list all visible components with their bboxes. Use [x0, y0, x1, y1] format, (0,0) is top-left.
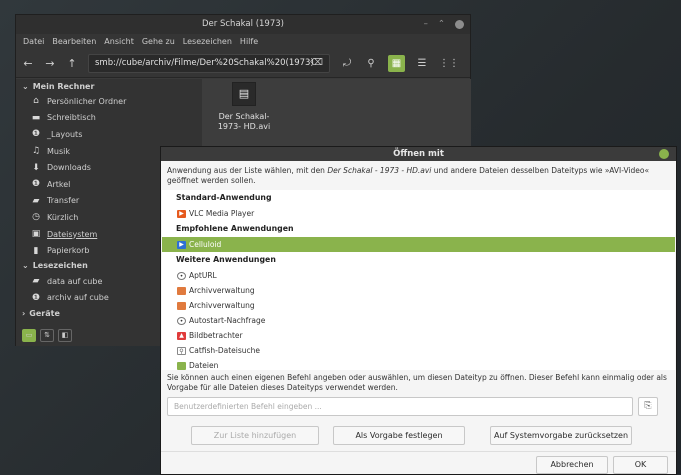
menu-ansicht[interactable]: Ansicht: [104, 37, 134, 46]
menu-datei[interactable]: Datei: [23, 37, 44, 46]
archive-icon: [177, 301, 186, 310]
trash-icon: ▮: [33, 245, 39, 256]
search-icon[interactable]: ⚲: [364, 58, 378, 69]
toggle-location-icon[interactable]: ⤾: [340, 58, 354, 69]
dialog-separator: [161, 451, 676, 452]
app-row-apturl[interactable]: • AptURL: [162, 268, 675, 283]
expand-icon: ⌄: [22, 81, 29, 91]
sidebar-item-home[interactable]: ⌂ Persönlicher Ordner: [16, 93, 202, 110]
celluloid-icon: ▶: [177, 240, 186, 249]
files-icon: [177, 361, 186, 370]
folder-icon: ❶: [31, 179, 41, 190]
fm-title: Der Schakal (1973): [202, 19, 284, 29]
archive-icon: [177, 286, 186, 295]
tree-toggle-icon[interactable]: ⇅: [40, 329, 54, 342]
back-icon[interactable]: ←: [22, 57, 34, 70]
group-default: Standard-Anwendung: [176, 193, 272, 202]
fm-toolbar: ← → ↑ smb://cube/archiv/Filme/Der%20Scha…: [16, 49, 470, 78]
dialog-title: Öffnen mit: [393, 149, 444, 159]
icon-view-icon[interactable]: ▦: [388, 54, 405, 72]
browse-icon: ⎘: [644, 401, 652, 411]
app-row-catfish[interactable]: ⚲ Catfish-Dateisuche: [162, 343, 675, 358]
apturl-icon: •: [177, 271, 186, 280]
file-name: Der Schakal-1973- HD.avi: [217, 112, 271, 131]
network-folder-icon: ▰: [32, 276, 40, 287]
sidebar-toggle-icon[interactable]: ◧: [58, 329, 72, 342]
app-row-files[interactable]: Dateien: [162, 358, 675, 370]
app-row-vlc[interactable]: ▶ VLC Media Player: [162, 206, 675, 221]
folder-icon: ▰: [32, 195, 40, 206]
download-icon: ⬇: [32, 162, 40, 173]
location-text: smb://cube/archiv/Filme/Der%20Schakal%20…: [95, 58, 314, 68]
image-viewer-icon: ▲: [177, 331, 186, 340]
minimize-icon[interactable]: –: [424, 15, 428, 34]
collapse-icon: ›: [22, 308, 26, 318]
app-row-autostart[interactable]: • Autostart-Nachfrage: [162, 313, 675, 328]
clock-icon: ◷: [32, 212, 40, 223]
open-with-dialog: Öffnen mit Anwendung aus der Liste wähle…: [160, 146, 677, 475]
close-icon[interactable]: [455, 20, 464, 29]
menu-gehe-zu[interactable]: Gehe zu: [142, 37, 175, 46]
home-icon: ⌂: [33, 96, 39, 107]
menu-hilfe[interactable]: Hilfe: [240, 37, 258, 46]
video-file-icon: ▤: [232, 82, 256, 106]
autostart-icon: •: [177, 316, 186, 325]
set-default-button[interactable]: Als Vorgabe festlegen: [333, 426, 465, 445]
sidebar-item-desktop[interactable]: ▬ Schreibtisch: [16, 110, 202, 127]
up-icon[interactable]: ↑: [66, 57, 78, 70]
sidebar-section-computer[interactable]: ⌄ Mein Rechner: [16, 79, 202, 93]
list-view-icon[interactable]: ☰: [415, 58, 429, 69]
reset-default-button[interactable]: Auf Systemvorgabe zurücksetzen: [490, 426, 632, 445]
menu-lesezeichen[interactable]: Lesezeichen: [183, 37, 232, 46]
add-to-list-button[interactable]: Zur Liste hinzufügen: [191, 426, 319, 445]
expand-icon: ⌄: [22, 261, 29, 271]
fm-menubar: Datei Bearbeiten Ansicht Gehe zu Lesezei…: [16, 34, 470, 49]
forward-icon[interactable]: →: [44, 57, 56, 70]
maximize-icon[interactable]: ⌃: [438, 15, 445, 34]
group-recommended: Empfohlene Anwendungen: [176, 224, 294, 233]
desktop-icon: ▬: [31, 112, 41, 123]
file-item[interactable]: ▤ Der Schakal-1973- HD.avi: [216, 82, 272, 132]
ok-button[interactable]: OK: [613, 456, 668, 474]
app-row-archive-1[interactable]: Archivverwaltung: [162, 283, 675, 298]
dialog-close-icon[interactable]: [659, 149, 669, 159]
application-list[interactable]: Standard-Anwendung ▶ VLC Media Player Emp…: [162, 190, 675, 370]
catfish-icon: ⚲: [177, 346, 186, 355]
menu-bearbeiten[interactable]: Bearbeiten: [52, 37, 96, 46]
fm-titlebar: Der Schakal (1973) – ⌃: [16, 15, 470, 34]
browse-command-button[interactable]: ⎘: [638, 397, 658, 416]
cancel-button[interactable]: Abbrechen: [536, 456, 608, 474]
vlc-icon: ▶: [177, 209, 186, 218]
music-icon: ♫: [31, 146, 41, 157]
drive-icon: ▣: [31, 229, 41, 240]
dialog-description: Anwendung aus der Liste wählen, mit den …: [167, 166, 650, 185]
places-toggle-icon[interactable]: ▭: [22, 329, 36, 342]
app-row-image-viewer[interactable]: ▲ Bildbetrachter: [162, 328, 675, 343]
location-bar[interactable]: smb://cube/archiv/Filme/Der%20Schakal%20…: [88, 53, 330, 73]
custom-command-hint: Sie können auch einen eigenen Befehl ang…: [167, 373, 667, 392]
sidebar-item-layouts[interactable]: ❶ _Layouts: [16, 126, 202, 143]
compact-view-icon[interactable]: ⋮⋮: [439, 58, 459, 69]
clear-location-icon[interactable]: ⌫: [310, 58, 323, 68]
network-folder-icon: ❶: [31, 292, 41, 303]
dialog-titlebar: Öffnen mit: [161, 147, 676, 161]
group-other: Weitere Anwendungen: [176, 255, 276, 264]
folder-icon: ❶: [31, 129, 41, 140]
custom-command-input[interactable]: Benutzerdefinierten Befehl eingeben ...: [167, 397, 633, 416]
app-row-celluloid[interactable]: ▶ Celluloid: [162, 237, 675, 252]
app-row-archive-2[interactable]: Archivverwaltung: [162, 298, 675, 313]
